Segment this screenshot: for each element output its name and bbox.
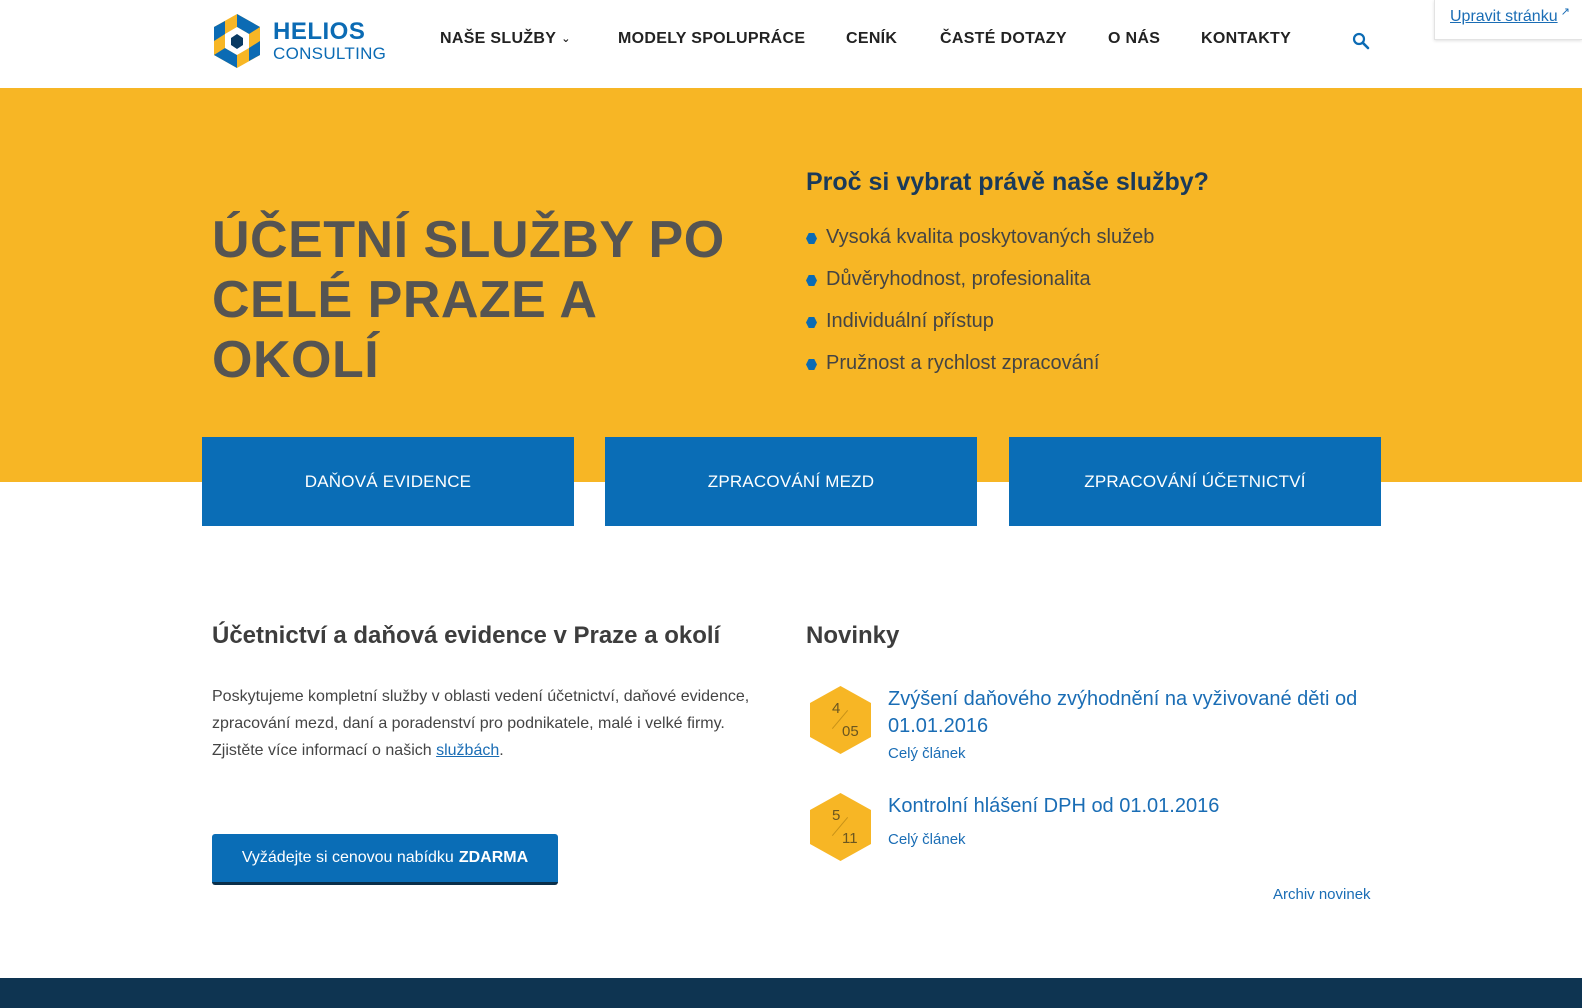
list-item: Vysoká kvalita poskytovaných služeb	[806, 226, 1154, 268]
edit-page-link[interactable]: Upravit stránku	[1450, 8, 1558, 25]
logo-name-bottom: CONSULTING	[273, 44, 387, 63]
hero-banner: ÚČETNÍ SLUŽBY PO CELÉ PRAZE A OKOLÍ Proč…	[0, 88, 1582, 482]
list-item: Pružnost a rychlost zpracování	[806, 352, 1154, 394]
nav-item-faq[interactable]: ČASTÉ DOTAZY	[940, 30, 1067, 48]
news-title: Novinky	[806, 622, 900, 649]
cta-text: Vyžádejte si cenovou nabídku	[241, 849, 454, 866]
services-link[interactable]: službách	[436, 742, 499, 759]
external-link-icon: ↗	[1560, 6, 1570, 18]
why-us-list: Vysoká kvalita poskytovaných služeb Důvě…	[806, 226, 1154, 394]
date-day: 5	[832, 807, 841, 824]
hero-title: ÚČETNÍ SLUŽBY PO CELÉ PRAZE A OKOLÍ	[212, 211, 725, 389]
edit-page-panel: Upravit stránku ↗	[1434, 0, 1582, 40]
request-quote-button[interactable]: Vyžádejte si cenovou nabídku ZDARMA	[212, 834, 558, 885]
hexagon-bullet-icon	[806, 275, 817, 286]
news-archive-link[interactable]: Archiv novinek	[1273, 886, 1371, 903]
nav-item-label: NAŠE SLUŽBY	[440, 30, 557, 47]
why-us-title: Proč si vybrat právě naše služby?	[806, 168, 1209, 196]
news-title-link[interactable]: Zvýšení daňového zvýhodnění na vyživovan…	[888, 686, 1368, 740]
list-item: Důvěryhodnost, profesionalita	[806, 268, 1154, 310]
hexagon-bullet-icon	[806, 317, 817, 328]
nav-item-cooperation-models[interactable]: MODELY SPOLUPRÁCE	[618, 30, 805, 48]
about-title: Účetnictví a daňová evidence v Praze a o…	[212, 622, 721, 649]
date-day: 4	[832, 700, 841, 717]
accounting-button[interactable]: ZPRACOVÁNÍ ÚČETNICTVÍ	[1009, 437, 1381, 526]
tax-records-button[interactable]: DAŇOVÁ EVIDENCE	[202, 437, 574, 526]
hexagon-bullet-icon	[806, 359, 817, 370]
read-more-link[interactable]: Celý článek	[888, 745, 966, 762]
date-badge: 5 11	[810, 793, 871, 861]
logo-name-top: HELIOS	[273, 18, 366, 45]
nav-item-services[interactable]: NAŠE SLUŽBY ⌄	[440, 30, 571, 48]
list-item-text: Pružnost a rychlost zpracování	[826, 352, 1100, 374]
logo[interactable]: HELIOS CONSULTING	[211, 14, 386, 68]
about-text-end: .	[499, 742, 504, 759]
nav-item-pricing[interactable]: CENÍK	[846, 30, 897, 48]
chevron-down-icon: ⌄	[561, 33, 571, 45]
nav-item-about[interactable]: O NÁS	[1108, 30, 1160, 48]
read-more-link[interactable]: Celý článek	[888, 831, 966, 848]
search-icon[interactable]	[1352, 32, 1370, 50]
nav-item-contacts[interactable]: KONTAKTY	[1201, 30, 1291, 48]
date-month: 05	[842, 723, 859, 740]
date-badge: 4 05	[810, 686, 871, 754]
about-text: Poskytujeme kompletní služby v oblasti v…	[212, 683, 772, 764]
list-item-text: Důvěryhodnost, profesionalita	[826, 268, 1091, 290]
site-header: HELIOS CONSULTING NAŠE SLUŽBY ⌄ MODELY SP…	[0, 0, 1582, 88]
logo-icon	[214, 14, 260, 68]
hexagon-bullet-icon	[806, 233, 817, 244]
list-item-text: Individuální přístup	[826, 310, 994, 332]
list-item-text: Vysoká kvalita poskytovaných služeb	[826, 226, 1155, 248]
cta-bold-text: ZDARMA	[458, 849, 529, 866]
logo-text: HELIOS CONSULTING	[273, 18, 387, 63]
list-item: Individuální přístup	[806, 310, 1154, 352]
footer	[0, 978, 1582, 1008]
news-title-link[interactable]: Kontrolní hlášení DPH od 01.01.2016	[888, 793, 1368, 820]
date-month: 11	[842, 830, 858, 847]
payroll-button[interactable]: ZPRACOVÁNÍ MEZD	[605, 437, 977, 526]
